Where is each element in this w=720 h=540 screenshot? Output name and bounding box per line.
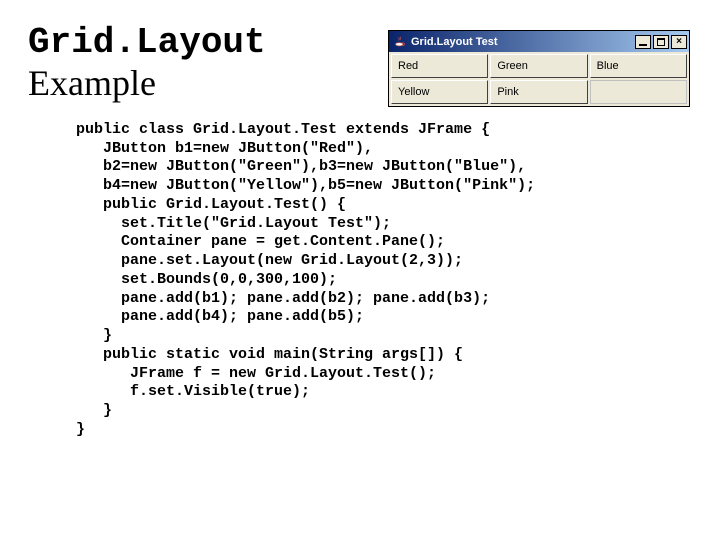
minimize-button[interactable] xyxy=(635,35,651,49)
maximize-button[interactable] xyxy=(653,35,669,49)
grid-button-empty xyxy=(590,80,687,104)
window-titlebar: Grid.Layout Test × xyxy=(389,31,689,52)
title-rest: Example xyxy=(28,63,156,103)
grid-button-blue[interactable]: Blue xyxy=(590,54,687,78)
java-icon xyxy=(393,35,407,49)
title-mono: Grid.Layout xyxy=(28,22,266,63)
window-title-text: Grid.Layout Test xyxy=(411,36,635,48)
window-control-buttons: × xyxy=(635,35,687,49)
grid-button-green[interactable]: Green xyxy=(490,54,587,78)
button-grid: Red Green Blue Yellow Pink xyxy=(389,52,689,106)
java-window: Grid.Layout Test × Red Green Blue Yellow… xyxy=(388,30,690,107)
grid-button-pink[interactable]: Pink xyxy=(490,80,587,104)
grid-button-yellow[interactable]: Yellow xyxy=(391,80,488,104)
close-button[interactable]: × xyxy=(671,35,687,49)
code-listing: public class Grid.Layout.Test extends JF… xyxy=(76,121,700,440)
grid-button-red[interactable]: Red xyxy=(391,54,488,78)
